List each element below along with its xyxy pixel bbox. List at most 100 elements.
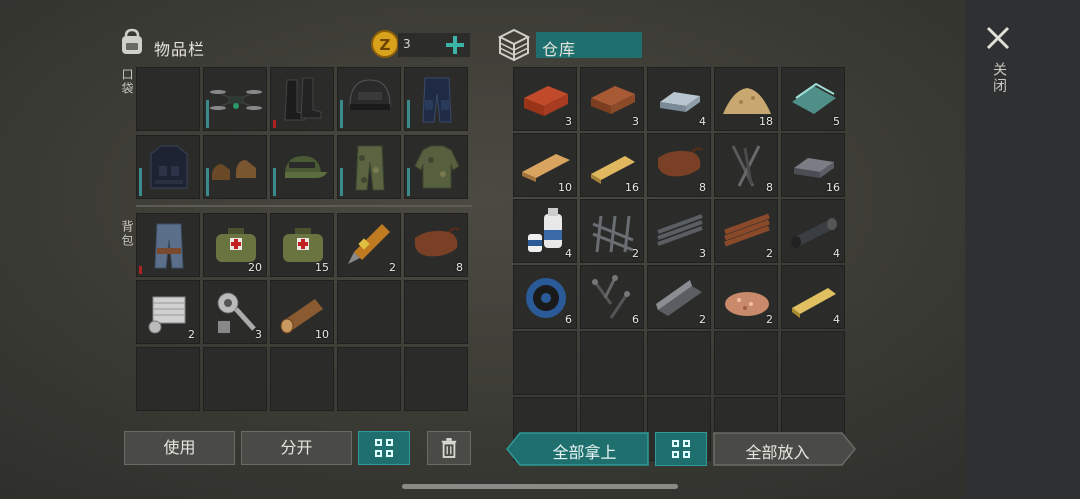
item-count: 10 bbox=[315, 328, 329, 341]
inventory-sort-button[interactable] bbox=[358, 431, 410, 465]
durability-bar bbox=[340, 168, 343, 196]
item-count: 2 bbox=[766, 247, 773, 260]
item-slot[interactable] bbox=[136, 213, 200, 277]
inventory-title: 物品栏 bbox=[154, 40, 206, 59]
item-slot[interactable]: 8 bbox=[404, 213, 468, 277]
item-slot[interactable]: 4 bbox=[647, 67, 711, 131]
item-count: 8 bbox=[699, 181, 706, 194]
item-slot[interactable]: 8 bbox=[714, 133, 778, 197]
item-slot[interactable]: 4 bbox=[781, 265, 845, 329]
item-slot[interactable]: 3 bbox=[580, 67, 644, 131]
item-slot[interactable] bbox=[337, 67, 401, 131]
item-slot[interactable]: 18 bbox=[714, 67, 778, 131]
item-count: 2 bbox=[188, 328, 195, 341]
durability-bar bbox=[206, 168, 209, 196]
empty-slot[interactable] bbox=[647, 331, 711, 395]
item-count: 15 bbox=[315, 261, 329, 274]
empty-slot[interactable] bbox=[136, 67, 200, 131]
item-slot[interactable]: 5 bbox=[781, 67, 845, 131]
add-coins-button[interactable] bbox=[443, 33, 467, 57]
item-slot[interactable]: 2 bbox=[580, 199, 644, 263]
empty-slot[interactable] bbox=[337, 280, 401, 344]
item-count: 2 bbox=[766, 313, 773, 326]
item-count: 18 bbox=[759, 115, 773, 128]
item-slot[interactable] bbox=[404, 67, 468, 131]
item-slot[interactable]: 3 bbox=[513, 67, 577, 131]
grid-icon bbox=[375, 439, 393, 457]
durability-bar bbox=[407, 168, 410, 196]
item-slot[interactable]: 16 bbox=[580, 133, 644, 197]
storage-sort-button[interactable] bbox=[655, 432, 707, 466]
item-slot[interactable]: 4 bbox=[781, 199, 845, 263]
item-slot[interactable]: 16 bbox=[781, 133, 845, 197]
empty-slot[interactable] bbox=[136, 347, 200, 411]
item-slot[interactable]: 6 bbox=[580, 265, 644, 329]
take-all-button[interactable]: 全部拿上 bbox=[506, 432, 649, 466]
item-count: 10 bbox=[558, 181, 572, 194]
item-slot[interactable] bbox=[203, 67, 267, 131]
durability-bar bbox=[139, 266, 142, 274]
take-all-label: 全部拿上 bbox=[552, 443, 617, 462]
item-count: 8 bbox=[766, 181, 773, 194]
item-slot[interactable]: 2 bbox=[714, 265, 778, 329]
svg-text:Z: Z bbox=[380, 36, 391, 54]
durability-bar bbox=[340, 100, 343, 128]
empty-slot[interactable] bbox=[580, 331, 644, 395]
empty-slot[interactable] bbox=[781, 331, 845, 395]
vest-icon bbox=[150, 145, 188, 189]
item-slot[interactable] bbox=[203, 135, 267, 199]
cap-icon bbox=[285, 156, 327, 178]
item-slot[interactable]: 8 bbox=[647, 133, 711, 197]
side-panel bbox=[965, 0, 1080, 499]
item-slot[interactable]: 3 bbox=[647, 199, 711, 263]
coin-icon: Z bbox=[371, 30, 399, 58]
durability-bar bbox=[407, 100, 410, 128]
home-indicator bbox=[402, 484, 678, 489]
item-slot[interactable]: 2 bbox=[337, 213, 401, 277]
drone-icon bbox=[210, 90, 262, 110]
item-count: 4 bbox=[699, 115, 706, 128]
item-slot[interactable]: 2 bbox=[136, 280, 200, 344]
item-count: 6 bbox=[632, 313, 639, 326]
item-count: 8 bbox=[456, 261, 463, 274]
shoes-icon bbox=[212, 160, 256, 180]
item-slot[interactable] bbox=[270, 135, 334, 199]
camo-pants-icon bbox=[355, 145, 385, 191]
item-slot[interactable]: 20 bbox=[203, 213, 267, 277]
empty-slot[interactable] bbox=[404, 347, 468, 411]
coin-count: 3 bbox=[403, 37, 411, 51]
boots-icon bbox=[284, 77, 322, 121]
backpack-icon bbox=[117, 27, 147, 57]
use-button[interactable]: 使用 bbox=[124, 431, 235, 465]
section-divider bbox=[136, 205, 472, 207]
empty-slot[interactable] bbox=[337, 347, 401, 411]
item-count: 2 bbox=[632, 247, 639, 260]
empty-slot[interactable] bbox=[714, 331, 778, 395]
item-slot[interactable]: 2 bbox=[647, 265, 711, 329]
item-slot[interactable] bbox=[136, 135, 200, 199]
empty-slot[interactable] bbox=[404, 280, 468, 344]
item-slot[interactable] bbox=[404, 135, 468, 199]
delete-button[interactable] bbox=[427, 431, 471, 465]
item-slot[interactable]: 15 bbox=[270, 213, 334, 277]
empty-slot[interactable] bbox=[203, 347, 267, 411]
put-all-button[interactable]: 全部放入 bbox=[713, 432, 856, 466]
empty-slot[interactable] bbox=[270, 347, 334, 411]
close-button[interactable] bbox=[984, 24, 1012, 52]
item-slot[interactable]: 2 bbox=[714, 199, 778, 263]
split-button[interactable]: 分开 bbox=[241, 431, 352, 465]
item-count: 16 bbox=[625, 181, 639, 194]
helmet-icon bbox=[349, 79, 391, 110]
item-slot[interactable]: 3 bbox=[203, 280, 267, 344]
trash-icon bbox=[441, 438, 457, 458]
empty-slot[interactable] bbox=[513, 331, 577, 395]
item-slot[interactable]: 10 bbox=[513, 133, 577, 197]
item-slot[interactable] bbox=[270, 67, 334, 131]
item-slot[interactable]: 6 bbox=[513, 265, 577, 329]
close-label[interactable]: 关闭 bbox=[989, 62, 1009, 94]
item-slot[interactable]: 10 bbox=[270, 280, 334, 344]
durability-bar bbox=[273, 168, 276, 196]
item-slot[interactable]: 4 bbox=[513, 199, 577, 263]
item-slot[interactable] bbox=[337, 135, 401, 199]
item-count: 3 bbox=[632, 115, 639, 128]
